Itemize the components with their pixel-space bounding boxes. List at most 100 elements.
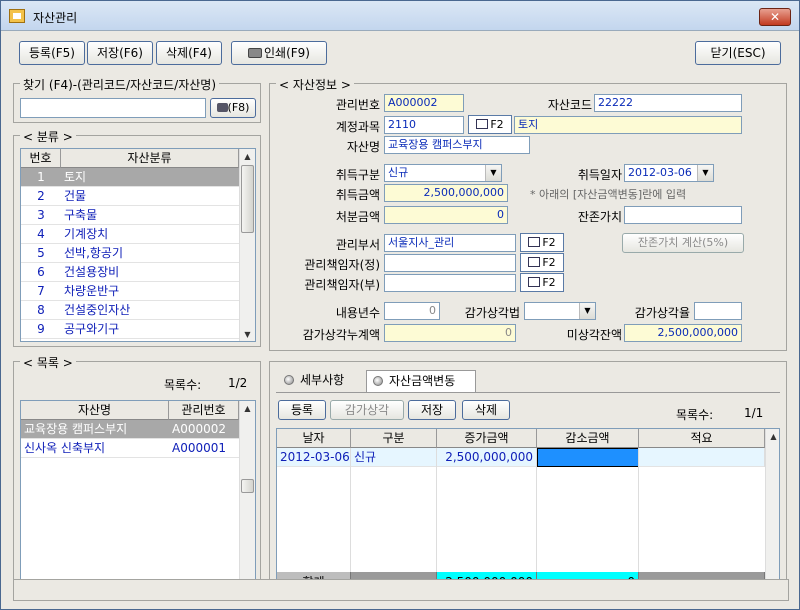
category-row-no: 9 [37,322,45,336]
scroll-up-icon[interactable]: ▲ [240,149,255,165]
disp-amount-field[interactable]: 0 [384,206,508,224]
category-group: < 분류 > 번호 자산분류 1 토지 2 건물 3 구축물 4 기계장치 5 선박,항공기 6 건설… [13,128,261,347]
category-row-name: 차량운반구 [64,284,120,298]
acq-amount-note: * 아래의 [자산금액변동]란에 입력 [530,188,687,201]
list-header-name: 자산명 [21,401,169,420]
changes-cell[interactable]: 2012-03-06 [277,448,351,467]
client-area: 등록(F5) 저장(F6) 삭제(F4) 인쇄(F9) 닫기(ESC) 찾기 (… [7,31,793,605]
scroll-thumb[interactable] [241,479,254,493]
search-button-label: (F8) [227,101,250,114]
category-row[interactable]: 4 기계장치 [21,225,239,244]
change-delete-button[interactable]: 삭제 [462,400,510,420]
changes-cell[interactable] [537,448,639,467]
acq-type-label: 취득구분 [335,168,380,182]
asset-list-row[interactable]: 교육장용 캠퍼스부지 A000002 [21,420,239,439]
asset-list-name: 교육장용 캠퍼스부지 [24,422,128,436]
category-row[interactable]: 7 차량운반구 [21,282,239,301]
scroll-thumb[interactable] [241,165,254,233]
mgmt-no-field[interactable]: A000002 [384,94,464,112]
save-button[interactable]: 저장(F6) [87,41,153,65]
scroll-up-icon[interactable]: ▲ [240,401,255,417]
register-button[interactable]: 등록(F5) [19,41,85,65]
account-lookup-button[interactable]: F2 [468,115,512,134]
asset-list-row[interactable]: 신사옥 신축부지 A000001 [21,439,239,458]
manager-main-field[interactable] [384,254,516,272]
tab-amount-changes[interactable]: 자산금액변동 [366,370,476,392]
lookup-icon [528,277,541,287]
dep-method-select[interactable]: ▼ [524,302,596,320]
list-group-title: < 목록 > [20,354,76,371]
change-register-button[interactable]: 등록 [278,400,326,420]
residual-label: 잔존가치 [577,210,622,224]
acq-type-select[interactable]: 신규 ▼ [384,164,502,182]
scroll-up-icon[interactable]: ▲ [766,429,779,445]
changes-header: 날자 [277,429,351,448]
chevron-down-icon[interactable]: ▼ [485,165,501,181]
acq-date-picker[interactable]: 2012-03-06 ▼ [624,164,714,182]
list-header-no: 관리번호 [169,401,239,420]
list-scrollbar[interactable]: ▲ ▼ [239,401,255,591]
asset-info-group: < 자산정보 > 관리번호 A000002 자산코드 22222 계정과목 21… [269,76,787,351]
print-label: 인쇄(F9) [264,46,310,60]
category-row[interactable]: 6 건설용장비 [21,263,239,282]
scroll-down-icon[interactable]: ▼ [240,327,255,341]
f2-label: F2 [490,118,504,131]
search-icon [216,103,228,112]
category-row[interactable]: 2 건물 [21,187,239,206]
dept-field[interactable]: 서울지사_관리 [384,234,516,252]
dept-lookup-button[interactable]: F2 [520,233,564,252]
asset-name-label: 자산명 [346,140,380,154]
app-icon [9,9,25,23]
category-row[interactable]: 9 공구와기구 [21,320,239,339]
category-row[interactable]: 5 선박,항공기 [21,244,239,263]
print-button[interactable]: 인쇄(F9) [231,41,327,65]
accum-dep-field[interactable]: 0 [384,324,516,342]
tab-details[interactable]: 세부사항 [278,370,344,392]
printer-icon [248,48,262,58]
residual-field[interactable] [624,206,742,224]
undep-field[interactable]: 2,500,000,000 [624,324,742,342]
column-separator [638,448,639,572]
category-row-no: 1 [37,170,45,184]
acq-amount-field[interactable]: 2,500,000,000 [384,184,508,202]
close-button[interactable]: 닫기(ESC) [695,41,781,65]
changes-scrollbar[interactable]: ▲ ▼ [765,429,779,591]
search-button[interactable]: (F8) [210,98,256,118]
depreciate-button[interactable]: 감가상각 [330,400,404,420]
category-row[interactable]: 8 건설중인자산 [21,301,239,320]
manager-sub-field[interactable] [384,274,516,292]
category-row-name: 공구와기구 [64,322,120,336]
chevron-down-icon[interactable]: ▼ [697,165,713,181]
asset-code-field[interactable]: 22222 [594,94,742,112]
residual-calc-button[interactable]: 잔존가치 계산(5%) [622,233,744,253]
title-bar[interactable]: 자산관리 ✕ [1,1,799,31]
category-header-name: 자산분류 [61,149,239,168]
account-code-field[interactable]: 2110 [384,116,464,134]
asset-code-label: 자산코드 [547,98,592,112]
changes-cell[interactable] [639,448,765,467]
dep-rate-field[interactable] [694,302,742,320]
useful-life-field[interactable]: 0 [384,302,440,320]
f2-label: F2 [542,276,556,289]
category-row-name: 구축물 [64,208,98,222]
asset-name-field[interactable]: 교육장용 캠퍼스부지 [384,136,530,154]
change-save-button[interactable]: 저장 [408,400,456,420]
account-name-field[interactable]: 토지 [514,116,742,134]
changes-cell[interactable]: 2,500,000,000 [437,448,537,467]
category-row[interactable]: 3 구축물 [21,206,239,225]
chevron-down-icon[interactable]: ▼ [579,303,595,319]
mgmt-no-label: 관리번호 [335,98,380,112]
category-scrollbar[interactable]: ▲ ▼ [239,149,255,341]
search-input[interactable] [20,98,206,118]
account-label: 계정과목 [335,120,380,134]
category-row[interactable]: 1 토지 [21,168,239,187]
changes-cell[interactable]: 신규 [351,448,437,467]
column-separator [350,448,351,572]
delete-button[interactable]: 삭제(F4) [156,41,222,65]
window-close-button[interactable]: ✕ [759,8,791,26]
category-row-no: 3 [37,208,45,222]
manager-sub-lookup-button[interactable]: F2 [520,273,564,292]
category-row-no: 8 [37,303,45,317]
manager-main-lookup-button[interactable]: F2 [520,253,564,272]
category-row-no: 6 [37,265,45,279]
